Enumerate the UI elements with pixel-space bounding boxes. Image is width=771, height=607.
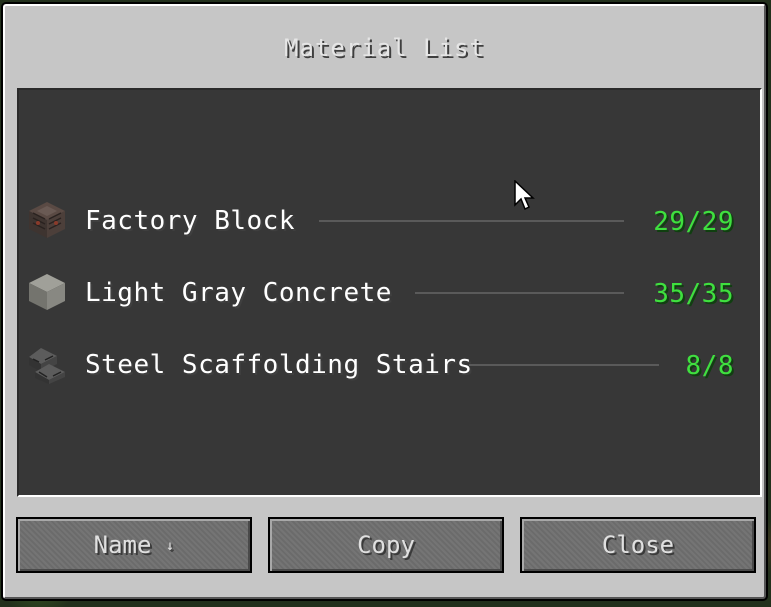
material-name: Steel Scaffolding Stairs — [85, 350, 473, 380]
list-item[interactable]: Factory Block 29/29 — [19, 196, 760, 244]
list-item[interactable]: Light Gray Concrete 35/35 — [19, 268, 760, 316]
row-divider-line — [415, 292, 624, 294]
material-count: 35/35 — [653, 279, 734, 309]
row-divider-line — [469, 364, 659, 366]
material-name: Factory Block — [85, 206, 295, 236]
material-list-window: Material List Factory Block 29/29 Light … — [3, 4, 766, 599]
material-count: 29/29 — [653, 207, 734, 237]
factory-block-icon — [29, 202, 65, 238]
sort-by-name-button[interactable]: Name ↓ — [16, 517, 252, 573]
close-button[interactable]: Close — [520, 517, 756, 573]
sort-direction-icon: ↓ — [165, 538, 175, 554]
light-gray-concrete-icon — [29, 274, 65, 310]
window-title: Material List — [284, 34, 485, 62]
material-name: Light Gray Concrete — [85, 278, 392, 308]
material-count: 8/8 — [685, 351, 734, 381]
list-item[interactable]: Steel Scaffolding Stairs 8/8 — [19, 340, 760, 388]
material-list[interactable]: Factory Block 29/29 Light Gray Concrete … — [17, 88, 762, 497]
steel-scaffolding-stairs-icon — [29, 348, 65, 384]
sort-button-label: Name — [93, 531, 152, 559]
mouse-cursor-icon — [514, 180, 535, 211]
row-divider-line — [319, 220, 624, 222]
copy-button[interactable]: Copy — [268, 517, 504, 573]
